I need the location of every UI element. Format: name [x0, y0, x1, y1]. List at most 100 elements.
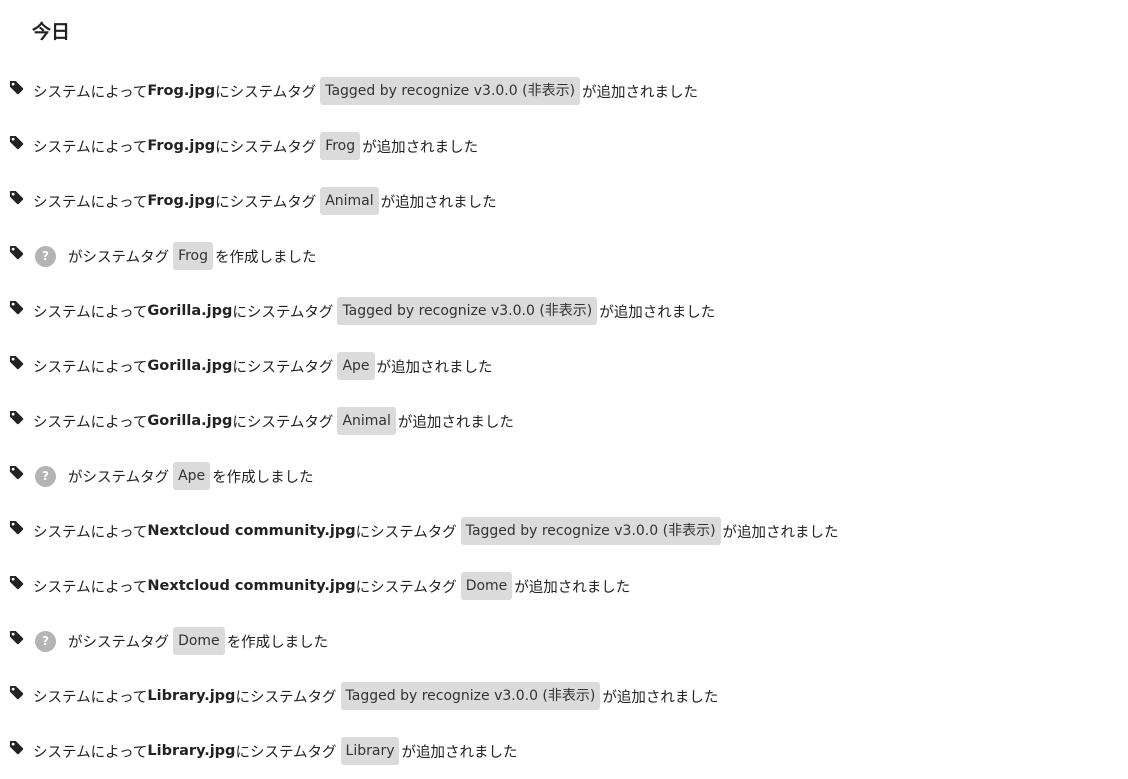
- action-text: にシステムタグ: [355, 579, 457, 596]
- actor-text: システムによって: [33, 579, 148, 596]
- system-tag-chip: Ape: [173, 462, 211, 490]
- actor-text: システムによって: [33, 194, 148, 211]
- activity-text: システムによって Gorilla.jpg にシステムタグ Ape が追加されました: [33, 352, 493, 380]
- action-text: にシステムタグ: [215, 84, 317, 101]
- action-text: にシステムタグ: [235, 744, 337, 761]
- actor-text: システムによって: [33, 139, 148, 156]
- tag-icon: [9, 740, 24, 755]
- action-text: にシステムタグ: [355, 524, 457, 541]
- action-suffix: が追加されました: [514, 579, 631, 596]
- action-suffix: が追加されました: [582, 84, 699, 101]
- activity-row: ? がシステムタグ Dome を作成しました: [0, 614, 1128, 669]
- unknown-user-avatar[interactable]: ?: [35, 630, 56, 652]
- action-suffix: が追加されました: [376, 359, 493, 376]
- action-suffix: が追加されました: [722, 524, 839, 541]
- unknown-user-avatar[interactable]: ?: [35, 245, 56, 267]
- system-tag-chip: Tagged by recognize v3.0.0 (非表示): [320, 77, 581, 105]
- action-suffix: が追加されました: [397, 414, 514, 431]
- system-tag-chip: Tagged by recognize v3.0.0 (非表示): [460, 517, 721, 545]
- activity-text: システムによって Library.jpg にシステムタグ Library が追加されまし…: [33, 737, 517, 765]
- activity-text: システムによって Frog.jpg にシステムタグ Frog が追加されました: [33, 132, 478, 160]
- activity-text: システムによって Frog.jpg にシステムタグ Animal が追加されました: [33, 187, 497, 215]
- actor-text: システムによって: [33, 744, 148, 761]
- action-suffix: が追加されました: [380, 194, 497, 211]
- action-text: にシステムタグ: [215, 194, 317, 211]
- activity-text: システムによって Gorilla.jpg にシステムタグ Animal が追加されました: [33, 407, 514, 435]
- activity-row: ? がシステムタグ Ape を作成しました: [0, 449, 1128, 504]
- actor-text: システムによって: [33, 524, 148, 541]
- action-suffix: が追加されました: [602, 689, 719, 706]
- tag-icon: [9, 300, 24, 315]
- action-suffix: が追加されました: [599, 304, 716, 321]
- activity-row: システムによって Gorilla.jpg にシステムタグ Ape が追加されました: [0, 339, 1128, 394]
- unknown-user-avatar[interactable]: ?: [35, 465, 56, 487]
- activity-text: ? がシステムタグ Frog を作成しました: [33, 242, 317, 270]
- file-link[interactable]: Library.jpg: [147, 743, 235, 759]
- actor-text: システムによって: [33, 689, 148, 706]
- file-link[interactable]: Frog.jpg: [147, 83, 215, 99]
- activity-row: システムによって Nextcloud community.jpg にシステムタグ Ta…: [0, 504, 1128, 559]
- actor-text: システムによって: [33, 304, 148, 321]
- activity-text: ? がシステムタグ Dome を作成しました: [33, 627, 328, 655]
- tag-icon: [9, 465, 24, 480]
- action-text: にシステムタグ: [232, 414, 334, 431]
- action-text: がシステムタグ: [68, 249, 170, 266]
- activity-row: システムによって Library.jpg にシステムタグ Tagged by reco…: [0, 669, 1128, 724]
- activity-text: システムによって Nextcloud community.jpg にシステムタグ Do…: [33, 572, 630, 600]
- file-link[interactable]: Gorilla.jpg: [147, 303, 232, 319]
- system-tag-chip: Tagged by recognize v3.0.0 (非表示): [340, 682, 601, 710]
- file-link[interactable]: Frog.jpg: [147, 193, 215, 209]
- system-tag-chip: Library: [340, 737, 400, 765]
- action-suffix: が追加されました: [362, 139, 479, 156]
- action-text: にシステムタグ: [232, 304, 334, 321]
- tag-icon: [9, 630, 24, 645]
- activity-text: ? がシステムタグ Ape を作成しました: [33, 462, 314, 490]
- action-text: がシステムタグ: [68, 634, 170, 651]
- tag-icon: [9, 135, 24, 150]
- activity-row: システムによって Frog.jpg にシステムタグ Frog が追加されました: [0, 119, 1128, 174]
- activity-text: システムによって Nextcloud community.jpg にシステムタグ Ta…: [33, 517, 839, 545]
- file-link[interactable]: Nextcloud community.jpg: [147, 578, 355, 594]
- tag-icon: [9, 575, 24, 590]
- tag-icon: [9, 520, 24, 535]
- activity-row: システムによって Gorilla.jpg にシステムタグ Tagged by reco…: [0, 284, 1128, 339]
- activity-text: システムによって Gorilla.jpg にシステムタグ Tagged by reco…: [33, 297, 715, 325]
- tag-icon: [9, 355, 24, 370]
- action-suffix: が追加されました: [401, 744, 518, 761]
- action-text: がシステムタグ: [68, 469, 170, 486]
- section-heading-today: 今日: [32, 21, 71, 43]
- activity-row: システムによって Frog.jpg にシステムタグ Tagged by recogni…: [0, 64, 1128, 119]
- system-tag-chip: Dome: [460, 572, 513, 600]
- action-text: にシステムタグ: [215, 139, 317, 156]
- file-link[interactable]: Nextcloud community.jpg: [147, 523, 355, 539]
- action-text: にシステムタグ: [232, 359, 334, 376]
- action-suffix: を作成しました: [215, 249, 317, 266]
- tag-icon: [9, 410, 24, 425]
- tag-icon: [9, 685, 24, 700]
- actor-text: システムによって: [33, 359, 148, 376]
- activity-row: システムによって Library.jpg にシステムタグ Library が追加されまし…: [0, 724, 1128, 779]
- action-suffix: を作成しました: [226, 634, 329, 651]
- activity-list: システムによって Frog.jpg にシステムタグ Tagged by recogni…: [0, 64, 1128, 779]
- system-tag-chip: Frog: [173, 242, 214, 270]
- system-tag-chip: Animal: [337, 407, 396, 435]
- activity-row: ? がシステムタグ Frog を作成しました: [0, 229, 1128, 284]
- tag-icon: [9, 245, 24, 260]
- tag-icon: [9, 190, 24, 205]
- activity-row: システムによって Gorilla.jpg にシステムタグ Animal が追加されました: [0, 394, 1128, 449]
- activity-row: システムによって Frog.jpg にシステムタグ Animal が追加されました: [0, 174, 1128, 229]
- system-tag-chip: Frog: [320, 132, 361, 160]
- file-link[interactable]: Frog.jpg: [147, 138, 215, 154]
- actor-text: システムによって: [33, 414, 148, 431]
- activity-text: システムによって Frog.jpg にシステムタグ Tagged by recogni…: [33, 77, 698, 105]
- actor-text: システムによって: [33, 84, 148, 101]
- file-link[interactable]: Library.jpg: [147, 688, 235, 704]
- file-link[interactable]: Gorilla.jpg: [147, 413, 232, 429]
- action-text: にシステムタグ: [235, 689, 337, 706]
- action-suffix: を作成しました: [212, 469, 314, 486]
- system-tag-chip: Dome: [173, 627, 225, 655]
- activity-text: システムによって Library.jpg にシステムタグ Tagged by reco…: [33, 682, 718, 710]
- file-link[interactable]: Gorilla.jpg: [147, 358, 232, 374]
- system-tag-chip: Ape: [337, 352, 375, 380]
- system-tag-chip: Tagged by recognize v3.0.0 (非表示): [337, 297, 598, 325]
